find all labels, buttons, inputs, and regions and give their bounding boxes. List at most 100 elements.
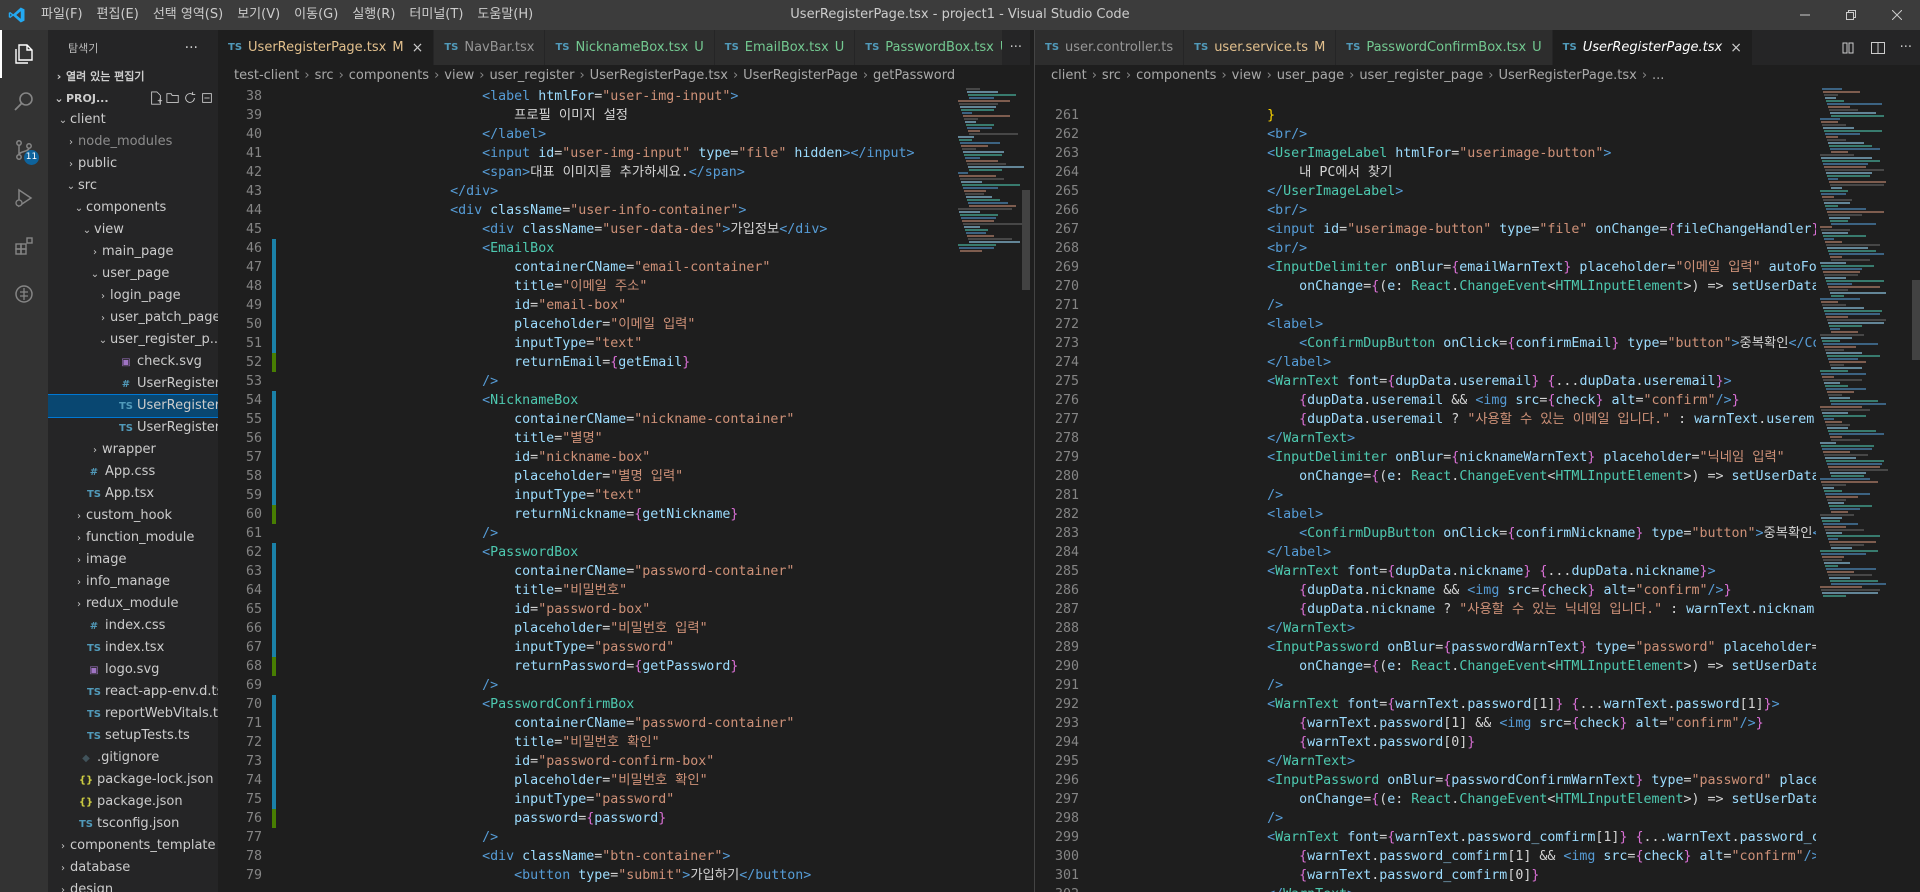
tree-folder[interactable]: › public xyxy=(48,153,218,175)
refresh-icon[interactable] xyxy=(183,91,197,105)
breadcrumb-item[interactable]: view xyxy=(1232,68,1262,83)
breadcrumb-item[interactable]: test-client xyxy=(234,68,299,83)
run-debug-icon[interactable] xyxy=(0,174,48,222)
tree-folder[interactable]: ⌄ src xyxy=(48,175,218,197)
tree-file[interactable]: {} package-lock.json xyxy=(48,769,218,791)
menu-item[interactable]: 실행(R) xyxy=(345,0,402,30)
tree-file[interactable]: TSUserRegister... xyxy=(48,394,218,418)
tree-file[interactable]: ▣ logo.svg xyxy=(48,659,218,681)
editor-tab[interactable]: TS UserRegisterPage.tsx × xyxy=(1552,30,1753,65)
tree-folder[interactable]: › info_manage xyxy=(48,571,218,593)
breadcrumb-item[interactable]: UserRegisterPage xyxy=(743,68,858,83)
minimap-left[interactable] xyxy=(954,87,1024,892)
tree-file[interactable]: TS setupTests.ts xyxy=(48,725,218,747)
tree-file[interactable]: TS reportWebVitals.ts xyxy=(48,703,218,725)
search-icon[interactable] xyxy=(0,78,48,126)
editor-tab[interactable]: TSPasswordBox.tsxU xyxy=(855,30,1021,65)
minimap-line xyxy=(1823,199,1852,201)
minimap-right[interactable] xyxy=(1816,87,1906,892)
close-window-button[interactable] xyxy=(1874,0,1920,30)
tree-folder[interactable]: › custom_hook xyxy=(48,505,218,527)
tree-file[interactable]: # App.css xyxy=(48,461,218,483)
tree-folder[interactable]: › login_page xyxy=(48,285,218,307)
tree-folder[interactable]: › components_template xyxy=(48,835,218,857)
menu-item[interactable]: 선택 영역(S) xyxy=(146,0,230,30)
editor-tab[interactable]: TS UserRegisterPage.tsx M × xyxy=(218,30,435,65)
breadcrumb-item[interactable]: user_register_page xyxy=(1359,68,1483,83)
tree-folder[interactable]: › wrapper xyxy=(48,439,218,461)
breadcrumb-item[interactable]: src xyxy=(1102,68,1121,83)
tree-file[interactable]: TS App.tsx xyxy=(48,483,218,505)
tree-folder[interactable]: › node_modules xyxy=(48,131,218,153)
tree-file[interactable]: TS index.tsx xyxy=(48,637,218,659)
breadcrumb-item[interactable]: UserRegisterPage.tsx xyxy=(590,68,728,83)
breadcrumb-item[interactable]: user_page xyxy=(1277,68,1344,83)
minimap-line xyxy=(967,163,1006,165)
breadcrumb-item[interactable]: user_register xyxy=(489,68,574,83)
tree-folder[interactable]: ⌄ user_register_p... xyxy=(48,329,218,351)
more-actions-icon[interactable]: ··· xyxy=(1010,40,1022,55)
close-icon[interactable]: × xyxy=(412,40,424,56)
tree-folder[interactable]: › redux_module xyxy=(48,593,218,615)
scrollbar-left[interactable] xyxy=(1022,190,1030,290)
tree-folder[interactable]: ⌄ user_page xyxy=(48,263,218,285)
new-file-icon[interactable] xyxy=(149,91,163,105)
code-editor-right[interactable]: 261 } 262 <br/> 263 <UserImageLabel htmlFo… xyxy=(1035,106,1816,892)
tree-file[interactable]: # UserRegister... xyxy=(48,373,218,395)
editor-tab[interactable]: TS user.controller.ts xyxy=(1035,30,1185,65)
editor-tab[interactable]: TS NavBar.tsx xyxy=(434,30,546,65)
menu-item[interactable]: 편집(E) xyxy=(90,0,146,30)
source-control-icon[interactable]: 11 xyxy=(0,126,48,174)
editor-tab[interactable]: TS PasswordConfirmBox.tsx U xyxy=(1336,30,1553,65)
tree-file[interactable]: TS tsconfig.json xyxy=(48,813,218,835)
compare-icon[interactable] xyxy=(1840,40,1856,56)
tree-file[interactable]: # index.css xyxy=(48,615,218,637)
menu-item[interactable]: 보기(V) xyxy=(230,0,287,30)
menu-item[interactable]: 터미널(T) xyxy=(402,0,470,30)
new-folder-icon[interactable] xyxy=(166,91,180,105)
breadcrumb-item[interactable]: view xyxy=(444,68,474,83)
tree-folder[interactable]: ⌄ view xyxy=(48,219,218,241)
tree-folder[interactable]: ⌄ client xyxy=(48,109,218,131)
open-editors-section[interactable]: › 열려 있는 편집기 xyxy=(48,65,218,87)
menu-item[interactable]: 파일(F) xyxy=(34,0,90,30)
breadcrumb-item[interactable]: UserRegisterPage.tsx xyxy=(1498,68,1636,83)
editor-tab[interactable]: TS NicknameBox.tsx U xyxy=(545,30,715,65)
collapse-all-icon[interactable] xyxy=(200,91,214,105)
editor-tab[interactable]: TS user.service.ts M xyxy=(1184,30,1337,65)
more-actions-icon[interactable]: ··· xyxy=(185,40,198,56)
tree-folder[interactable]: › user_patch_page xyxy=(48,307,218,329)
scrollbar-right[interactable] xyxy=(1912,280,1920,360)
extensions-icon[interactable] xyxy=(0,222,48,270)
minimize-button[interactable] xyxy=(1782,0,1828,30)
tree-folder[interactable]: › database xyxy=(48,857,218,879)
tree-folder[interactable]: ⌄ components xyxy=(48,197,218,219)
menu-item[interactable]: 이동(G) xyxy=(287,0,345,30)
more-actions-icon[interactable]: ··· xyxy=(1900,40,1912,55)
menu-item[interactable]: 도움말(H) xyxy=(470,0,540,30)
tree-folder[interactable]: › main_page xyxy=(48,241,218,263)
tree-folder[interactable]: › function_module xyxy=(48,527,218,549)
tree-folder[interactable]: › design xyxy=(48,879,218,892)
breadcrumb-item[interactable]: components xyxy=(1136,68,1216,83)
line-number: 290 xyxy=(1054,659,1079,674)
tree-folder[interactable]: › image xyxy=(48,549,218,571)
project-section[interactable]: ⌄ PROJ... xyxy=(48,87,218,109)
tree-file[interactable]: {} package.json xyxy=(48,791,218,813)
breadcrumb-item[interactable]: getPassword xyxy=(873,68,955,83)
tree-file[interactable]: TS react-app-env.d.ts xyxy=(48,681,218,703)
tree-file[interactable]: ◆ .gitignore xyxy=(48,747,218,769)
breadcrumb-item[interactable]: client xyxy=(1051,68,1087,83)
explorer-icon[interactable] xyxy=(0,30,48,78)
breadcrumb-item[interactable]: components xyxy=(349,68,429,83)
remote-explorer-icon[interactable] xyxy=(0,270,48,318)
breadcrumb-item[interactable]: src xyxy=(315,68,334,83)
breadcrumb-item[interactable]: ... xyxy=(1652,68,1664,83)
editor-tab[interactable]: TS EmailBox.tsx U xyxy=(714,30,856,65)
tree-file[interactable]: ▣ check.svg xyxy=(48,351,218,373)
restore-button[interactable] xyxy=(1828,0,1874,30)
code-editor-left[interactable]: 38 <label htmlFor="user-img-input"> 39 프로… xyxy=(218,87,952,892)
split-editor-icon[interactable] xyxy=(1870,40,1886,56)
close-icon[interactable]: × xyxy=(1730,40,1742,56)
tree-file[interactable]: TSUserRegister... xyxy=(48,417,218,439)
